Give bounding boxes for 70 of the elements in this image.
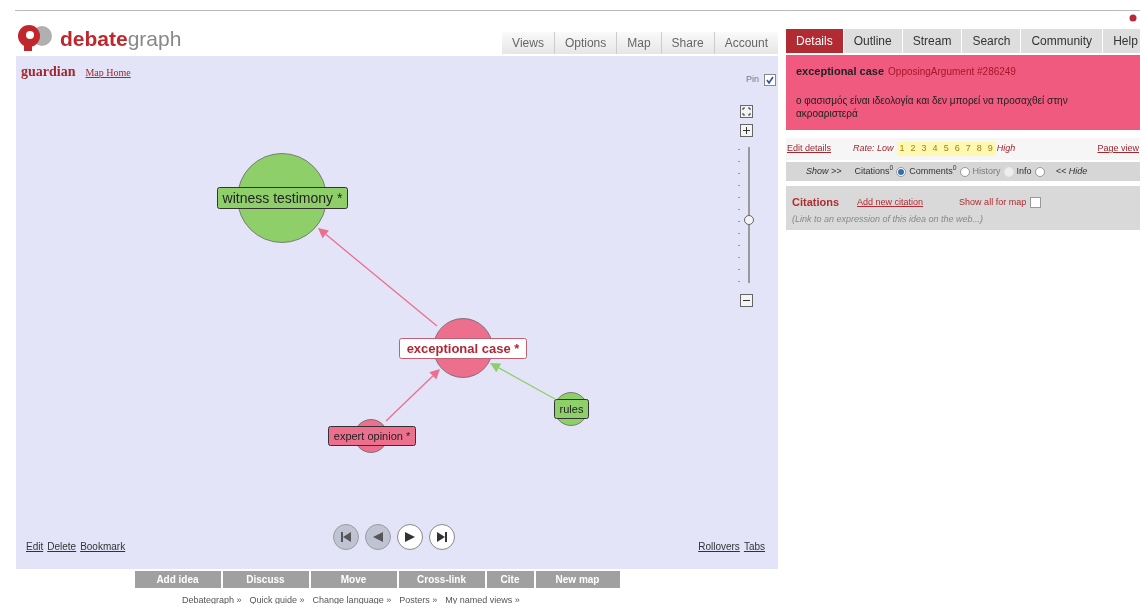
show-link[interactable]: Show >> (806, 164, 842, 179)
rate-high-label: High (996, 142, 1016, 156)
skip-forward-icon (436, 531, 448, 543)
footer-link[interactable]: My named views » (445, 594, 520, 604)
zoom-out-icon[interactable] (740, 294, 753, 307)
idea-node[interactable]: rules (554, 392, 589, 426)
footer-link[interactable]: Change language » (312, 594, 392, 604)
rate-label: Rate: Low (853, 142, 894, 156)
connector-arrow (490, 363, 556, 400)
map-action-link[interactable]: Edit (26, 539, 44, 554)
rating-option[interactable]: 3 (918, 142, 930, 156)
add-citation-link[interactable]: Add new citation (857, 195, 924, 209)
map-action-link[interactable]: Delete (47, 539, 77, 554)
pin-checkbox[interactable] (764, 73, 776, 86)
rating-option[interactable]: 2 (907, 142, 919, 156)
play-icon (404, 531, 416, 543)
rating-option[interactable]: 8 (973, 142, 985, 156)
skip-back-icon (340, 531, 352, 543)
view-link[interactable]: Rollovers (698, 539, 740, 554)
nav-tab[interactable]: Views (502, 32, 554, 54)
idea-node[interactable]: exceptional case * (399, 318, 527, 378)
panel-tab[interactable]: Outline (843, 29, 902, 53)
rating-option[interactable]: 4 (929, 142, 941, 156)
section-radio[interactable] (1034, 166, 1045, 177)
pin-label: Pin (746, 73, 759, 86)
playback-button[interactable] (429, 524, 455, 550)
rating-option[interactable]: 1 (896, 142, 908, 156)
nav-tab[interactable]: Account (713, 32, 778, 54)
map-title: guardian (21, 63, 76, 81)
nav-tab[interactable]: Map (616, 32, 661, 54)
nav-tab[interactable]: Options (553, 32, 617, 54)
footer-link[interactable]: Posters » (399, 594, 438, 604)
playback-button[interactable] (397, 524, 423, 550)
zoom-slider[interactable] (735, 147, 755, 283)
fit-screen-icon[interactable] (740, 105, 753, 118)
footer-link[interactable]: Quick guide » (249, 594, 305, 604)
rating-option[interactable]: 7 (962, 142, 974, 156)
panel-tab[interactable]: Details (786, 29, 843, 53)
back-icon (372, 531, 384, 543)
view-link[interactable]: Tabs (743, 539, 765, 554)
section-label: Comments$^{0}$ (909, 164, 957, 178)
section-radio[interactable] (896, 166, 907, 177)
logo-text: debategraph (60, 27, 182, 49)
edit-details-link[interactable]: Edit details (787, 142, 832, 156)
idea-title: exceptional case (796, 64, 885, 79)
idea-description: ο φασισμός είναι ιδεολογία και δεν μπορεί να προσαχθεί στην ακροαριστερά (796, 93, 1069, 120)
panel-tab[interactable]: Community (1021, 29, 1103, 53)
section-label: Citations$^{0}$ (854, 164, 894, 178)
panel-tab[interactable]: Stream (902, 29, 962, 53)
citations-hint: (Link to an expression of this idea on the web...) (792, 212, 985, 226)
show-all-checkbox[interactable] (1030, 196, 1042, 208)
rating-option[interactable]: 5 (940, 142, 952, 156)
citations-title: Citations (792, 195, 840, 210)
rating-option[interactable]: 6 (951, 142, 963, 156)
map-home-link[interactable]: Map Home (85, 65, 131, 80)
connector-arrow (385, 369, 440, 422)
section-label: History (972, 164, 1001, 178)
section-label: Info (1016, 164, 1032, 178)
nav-tab[interactable]: Share (660, 32, 714, 54)
section-radio[interactable] (959, 166, 970, 177)
page-view-link[interactable]: Page view (1097, 142, 1139, 156)
idea-type: OpposingArgument #286249 (888, 65, 1016, 79)
zoom-in-icon[interactable] (740, 124, 753, 137)
map-action-link[interactable]: Bookmark (80, 539, 126, 554)
footer-link[interactable]: Debategraph » (182, 594, 242, 604)
hide-link[interactable]: << Hide (1055, 164, 1088, 179)
panel-tab[interactable]: Search (962, 29, 1021, 53)
panel-tab[interactable]: Help (1103, 29, 1140, 53)
show-all-label: Show all for map (959, 195, 1027, 209)
rating-option[interactable]: 9 (984, 142, 996, 156)
